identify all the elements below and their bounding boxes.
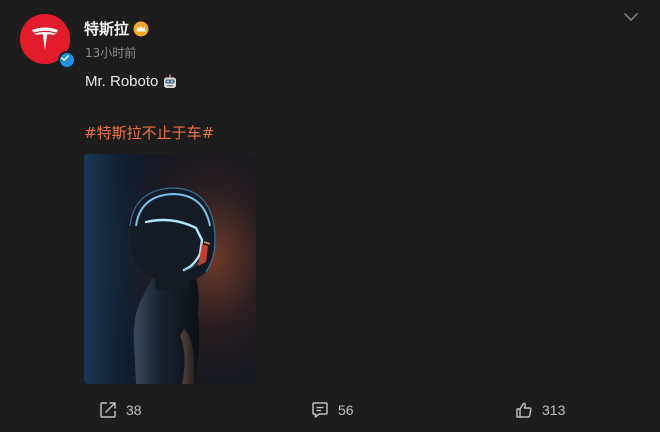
like-button[interactable]: 313 — [514, 400, 565, 420]
post-text: Mr. Roboto — [85, 73, 178, 90]
comment-icon — [312, 402, 328, 418]
chevron-down-icon[interactable] — [622, 10, 640, 24]
comment-button[interactable]: 56 — [310, 400, 354, 420]
author-name-row: 特斯拉 — [84, 18, 149, 39]
like-count: 313 — [542, 402, 566, 418]
post-image[interactable] — [84, 154, 256, 384]
verified-badge-icon — [58, 51, 76, 69]
hashtag-link[interactable]: #特斯拉不止于车# — [84, 122, 214, 143]
author-name[interactable]: 特斯拉 — [84, 18, 129, 39]
weibo-post: 特斯拉 13小时前 Mr. Roboto #特斯拉不止于车# 38 56 313 — [0, 0, 660, 432]
post-text-content: Mr. Roboto — [85, 73, 159, 90]
thumbs-up-icon — [516, 402, 532, 418]
post-timestamp[interactable]: 13小时前 — [85, 44, 136, 61]
post-actions: 38 56 313 — [0, 400, 660, 426]
robot-silhouette-image — [84, 154, 256, 384]
crown-icon[interactable] — [133, 21, 149, 37]
repost-count: 38 — [126, 402, 142, 418]
share-icon — [100, 402, 116, 418]
repost-button[interactable]: 38 — [98, 400, 142, 420]
robot-face-icon — [164, 73, 177, 88]
comment-count: 56 — [338, 402, 354, 418]
author-avatar[interactable] — [20, 14, 76, 69]
